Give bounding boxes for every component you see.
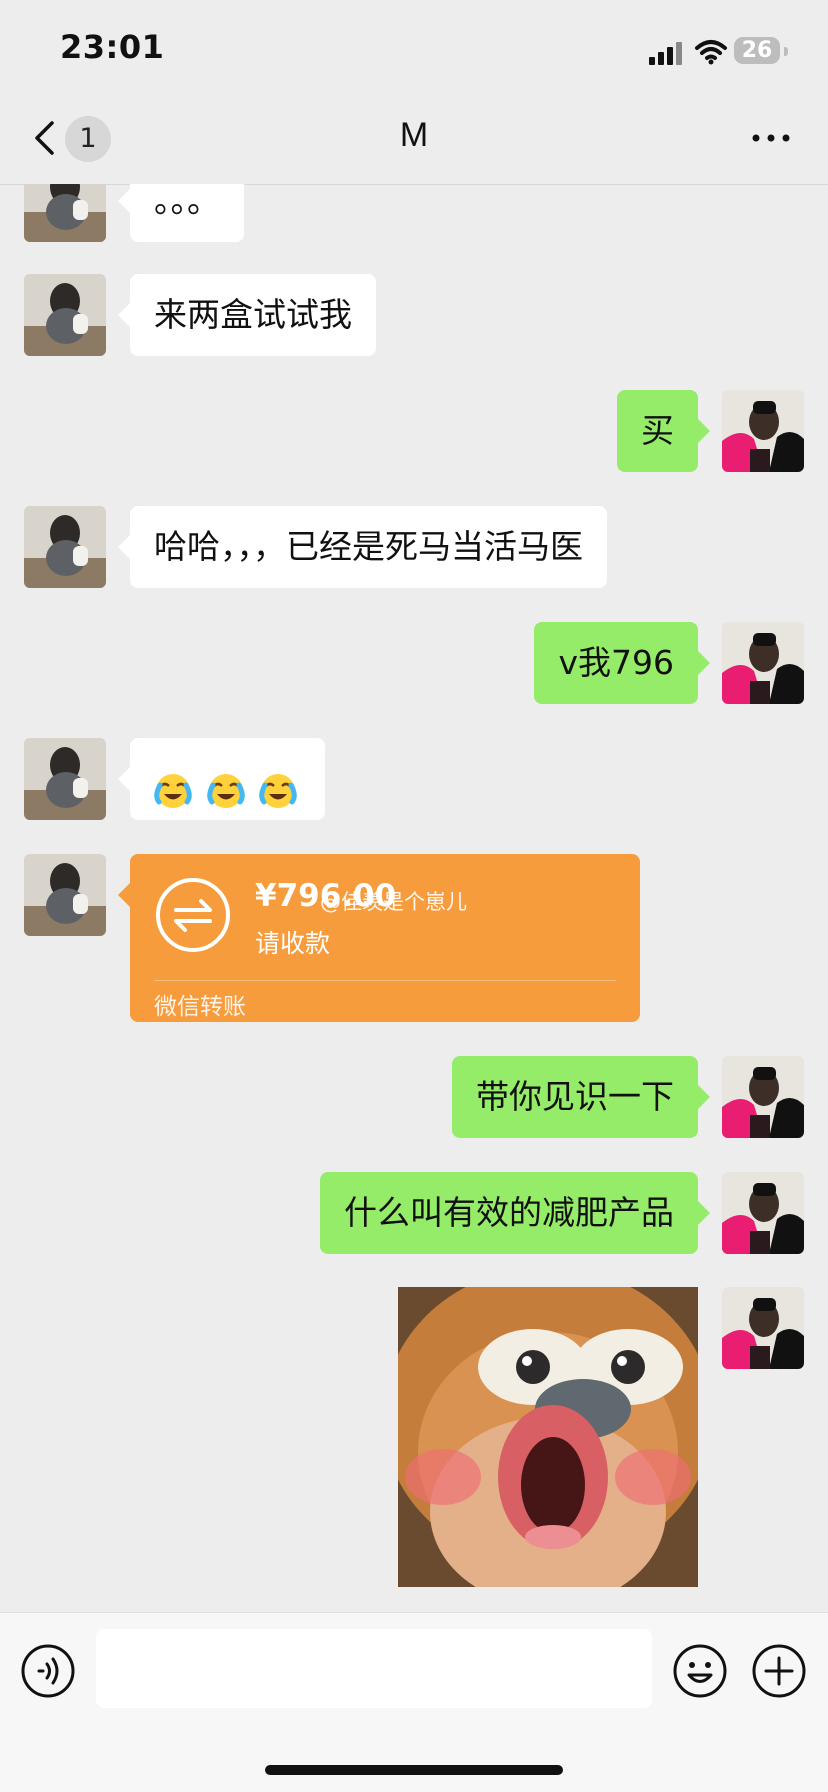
message-bubble-received[interactable]: 来两盒试试我: [118, 274, 376, 356]
battery-cap: [784, 47, 788, 56]
my-avatar[interactable]: [722, 1056, 804, 1138]
watermark-text: @佳羡是个崽儿: [320, 890, 467, 914]
wechat-transfer-card[interactable]: ¥796.00 @佳羡是个崽儿 请收款 微信转账: [118, 854, 640, 1022]
battery-level: 26: [734, 37, 780, 64]
cartoon-bear-sticker[interactable]: [398, 1287, 698, 1587]
laugh-crying-emoji: [206, 774, 245, 808]
emoji-picker-icon[interactable]: [672, 1643, 728, 1699]
contact-avatar[interactable]: [24, 506, 106, 588]
emoji-message-bubble[interactable]: [118, 738, 325, 820]
message-bubble-sent[interactable]: v我796: [534, 622, 710, 704]
emoji-row: [154, 738, 301, 820]
home-indicator: [265, 1765, 563, 1775]
message-composer: [0, 1612, 828, 1792]
message-input[interactable]: [96, 1629, 652, 1708]
chat-title: M: [399, 116, 429, 154]
contact-avatar[interactable]: [24, 184, 106, 242]
message-bubble-received[interactable]: 。。。: [118, 184, 244, 242]
status-bar: 23:01 26: [0, 0, 828, 96]
message-bubble-sent[interactable]: 带你见识一下: [452, 1056, 710, 1138]
my-avatar[interactable]: [722, 1287, 804, 1369]
cellular-signal-icon: [649, 42, 682, 65]
my-avatar[interactable]: [722, 622, 804, 704]
contact-avatar[interactable]: [24, 738, 106, 820]
my-avatar[interactable]: [722, 390, 804, 472]
status-time: 23:01: [60, 28, 165, 66]
my-avatar[interactable]: [722, 1172, 804, 1254]
chat-screen: 23:01 26 1 M 。。。 来两盒试试我 买 哈哈，，，已经是死马当活马医…: [0, 0, 828, 1792]
more-options-icon[interactable]: [748, 118, 794, 158]
laugh-crying-emoji: [259, 774, 297, 808]
message-bubble-sent[interactable]: 买: [617, 390, 710, 472]
wifi-icon: [695, 40, 727, 65]
contact-avatar[interactable]: [24, 274, 106, 356]
transfer-arrows-icon: [156, 878, 230, 952]
transfer-status: 请收款: [255, 929, 331, 958]
message-bubble-received[interactable]: 哈哈，，，已经是死马当活马医: [118, 506, 607, 588]
laugh-crying-emoji: [154, 774, 192, 808]
transfer-divider: [154, 980, 616, 981]
more-actions-plus-icon[interactable]: [751, 1643, 807, 1699]
status-icons: 26: [612, 35, 792, 67]
message-list[interactable]: 。。。 来两盒试试我 买 哈哈，，，已经是死马当活马医 v我796 ¥796.0…: [0, 184, 828, 1612]
transfer-footer: 微信转账: [154, 994, 246, 1020]
message-bubble-sent[interactable]: 什么叫有效的减肥产品: [320, 1172, 710, 1254]
navigation-bar: 1 M: [0, 96, 828, 185]
voice-input-icon[interactable]: [20, 1643, 76, 1699]
contact-avatar[interactable]: [24, 854, 106, 936]
